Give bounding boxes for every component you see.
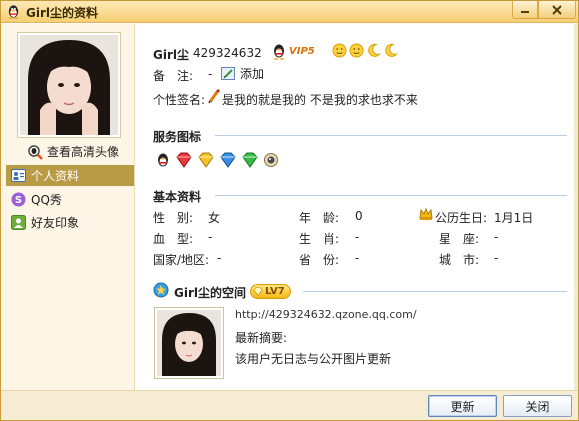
qzone-latest-text: 该用户无日志与公开图片更新 — [235, 352, 392, 366]
avatar-photo — [20, 35, 118, 135]
level-diamond-icon — [253, 287, 263, 296]
blue-diamond-icon[interactable] — [219, 152, 237, 168]
section-divider — [215, 135, 567, 136]
zodiac-animal-label: 生 肖: — [299, 232, 340, 246]
qzone-title[interactable]: Girl尘的空间 — [174, 284, 246, 301]
view-hd-avatar-label: 查看高清头像 — [47, 145, 120, 159]
section-divider — [303, 291, 567, 292]
section-divider — [215, 195, 567, 196]
sun-level-icon-2 — [349, 43, 364, 58]
moon-level-icon — [368, 43, 381, 57]
magnifier-penguin-icon — [28, 144, 43, 160]
vip-penguin-icon — [274, 44, 284, 60]
view-hd-avatar-link[interactable]: 查看高清头像 — [27, 143, 119, 160]
gender-value: 女 — [208, 211, 221, 225]
vip-badge[interactable]: VIP5 — [271, 43, 315, 60]
country-value: - — [217, 251, 222, 265]
qzone-thumbnail-photo — [157, 310, 221, 376]
signature-text: 是我的就是我的 不是我的求也求不来 — [222, 93, 418, 107]
basic-info-title: 基本资料 — [153, 190, 202, 204]
nav-qq-show[interactable]: S QQ秀 — [6, 189, 134, 210]
status-icons — [332, 43, 398, 58]
title-bar[interactable]: Girl尘的资料 — [1, 1, 578, 23]
green-diamond-icon[interactable] — [241, 152, 259, 168]
minimize-icon — [521, 10, 529, 13]
nav-friend-impression[interactable]: 好友印象 — [6, 212, 134, 233]
avatar[interactable] — [17, 32, 121, 138]
birthday-label: 公历生日: — [435, 211, 488, 225]
refresh-button[interactable]: 更新 — [428, 395, 497, 417]
blood-type-value: - — [208, 230, 213, 244]
remark-value: - — [208, 67, 213, 81]
constellation-value: - — [494, 230, 499, 244]
friend-card-icon — [11, 215, 26, 230]
province-label: 省 份: — [299, 253, 340, 267]
content-scrollbar[interactable] — [574, 24, 578, 390]
close-button[interactable]: 关闭 — [503, 395, 572, 417]
qzone-url[interactable]: http://429324632.qzone.qq.com/ — [235, 308, 417, 321]
qzone-thumbnail[interactable] — [154, 307, 224, 379]
zodiac-animal-value: - — [355, 230, 360, 244]
profile-window: Girl尘的资料 查看高清头像 个人资料 S QQ秀 好友印象 Girl尘 42… — [0, 0, 579, 421]
qq-member-icon[interactable] — [155, 152, 171, 168]
bottom-bar: 更新 关闭 — [1, 390, 578, 420]
window-title: Girl尘的资料 — [26, 6, 98, 20]
svg-text:S: S — [15, 195, 22, 206]
signature-label: 个性签名: — [153, 93, 206, 107]
camera-icon[interactable] — [263, 152, 279, 168]
province-value: - — [355, 251, 360, 265]
moon-level-icon-2 — [385, 43, 398, 57]
qzone-star-icon — [153, 282, 169, 301]
service-icons-title: 服务图标 — [153, 130, 202, 144]
nickname: Girl尘 — [153, 48, 189, 62]
city-value: - — [494, 251, 499, 265]
close-window-button[interactable] — [538, 1, 576, 19]
id-card-icon — [11, 168, 26, 183]
profile-content: Girl尘 429324632 VIP5 备 注: - 添加 个性签名: 是我的… — [136, 24, 574, 390]
nav-personal-info-label: 个人资料 — [31, 169, 80, 183]
qzone-level-label: LV7 — [265, 286, 285, 297]
close-icon — [552, 4, 562, 15]
vip-label: VIP5 — [289, 46, 315, 57]
yellow-diamond-icon[interactable] — [197, 152, 215, 168]
sun-level-icon — [332, 43, 347, 58]
crown-icon — [419, 207, 433, 224]
nav-friend-impression-label: 好友印象 — [31, 216, 80, 230]
qq-number: 429324632 — [193, 46, 262, 60]
qq-show-icon: S — [11, 192, 26, 207]
gender-label: 性 别: — [153, 211, 194, 225]
age-value: 0 — [355, 209, 363, 223]
age-label: 年 龄: — [299, 211, 340, 225]
country-label: 国家/地区: — [153, 253, 210, 267]
nav-personal-info[interactable]: 个人资料 — [6, 165, 134, 186]
signature-pen-icon — [207, 88, 221, 107]
qq-penguin-icon — [8, 5, 19, 19]
add-remark-label: 添加 — [240, 67, 265, 81]
blood-type-label: 血 型: — [153, 232, 194, 246]
minimize-button[interactable] — [512, 1, 538, 19]
remark-label: 备 注: — [153, 69, 194, 83]
qzone-level-badge: LV7 — [250, 283, 291, 299]
nav-qq-show-label: QQ秀 — [31, 193, 62, 207]
add-remark-link[interactable]: 添加 — [221, 65, 264, 82]
birthday-value: 1月1日 — [494, 211, 534, 225]
qzone-latest-label: 最新摘要: — [235, 331, 288, 345]
service-icons-row — [155, 152, 279, 168]
red-diamond-icon[interactable] — [175, 152, 193, 168]
city-label: 城 市: — [439, 253, 480, 267]
left-panel: 查看高清头像 个人资料 S QQ秀 好友印象 — [1, 24, 135, 390]
constellation-label: 星 座: — [439, 232, 480, 246]
edit-note-icon — [221, 67, 235, 80]
